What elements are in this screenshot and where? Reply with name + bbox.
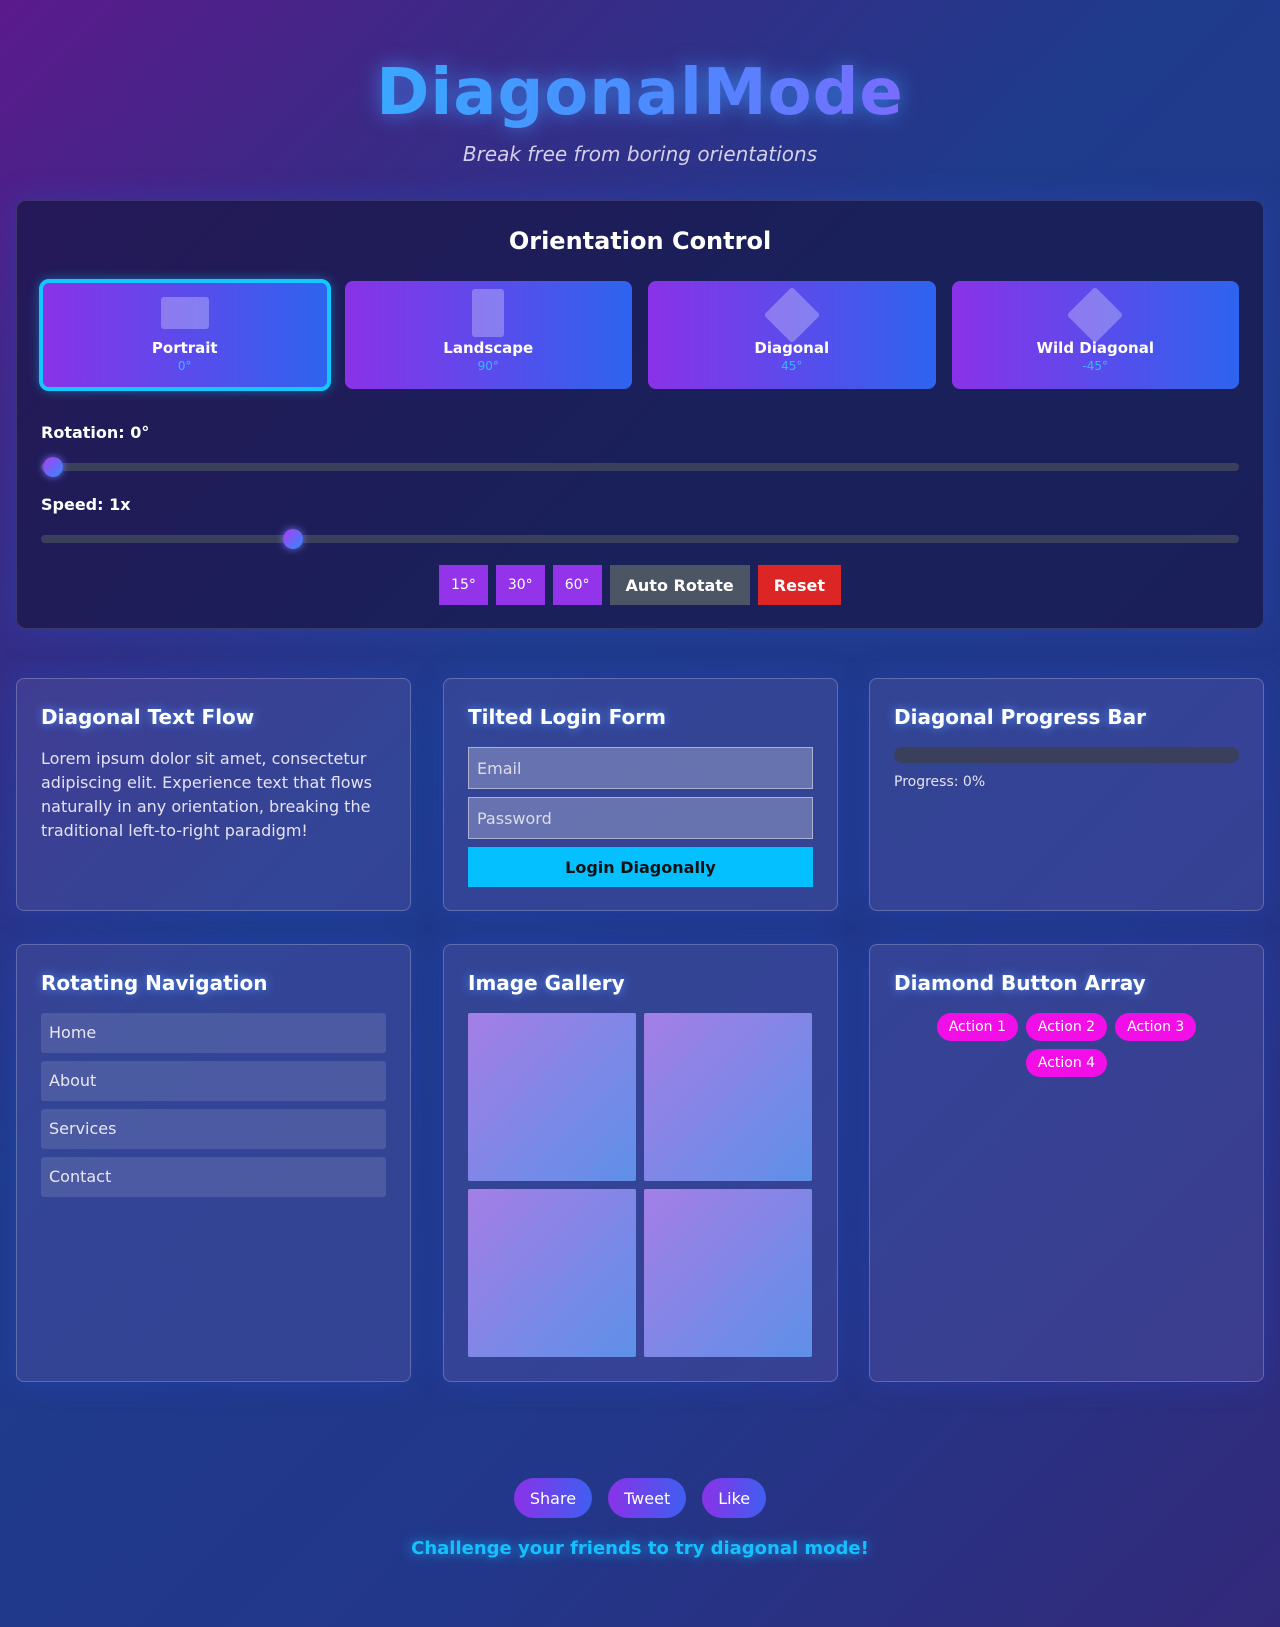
mode-label: Portrait bbox=[151, 339, 218, 357]
action-1-button[interactable]: Action 1 bbox=[936, 1013, 1018, 1041]
card-title: Diagonal Progress Bar bbox=[894, 705, 1146, 729]
reset-button[interactable]: Reset bbox=[757, 565, 841, 605]
gallery-image[interactable] bbox=[644, 1013, 812, 1181]
card-title: Diamond Button Array bbox=[894, 971, 1146, 995]
nav-item-contact[interactable]: Contact bbox=[41, 1157, 386, 1197]
gallery-image[interactable] bbox=[468, 1013, 636, 1181]
mode-landscape[interactable]: Landscape 90° bbox=[344, 281, 632, 389]
text-flow-card: Diagonal Text Flow Lorem ipsum dolor sit… bbox=[16, 678, 411, 911]
mode-degrees: 0° bbox=[177, 359, 192, 373]
mode-diagonal[interactable]: Diagonal 45° bbox=[648, 281, 936, 389]
auto-rotate-button[interactable]: Auto Rotate bbox=[609, 565, 750, 605]
text-flow-body: Lorem ipsum dolor sit amet, consectetur … bbox=[41, 749, 372, 840]
nav-item-about[interactable]: About bbox=[41, 1061, 386, 1101]
progress-card: Diagonal Progress Bar Progress: 0% bbox=[869, 678, 1264, 911]
action-3-button[interactable]: Action 3 bbox=[1115, 1013, 1197, 1041]
mode-portrait[interactable]: Portrait 0° bbox=[39, 279, 331, 391]
mode-label: Wild Diagonal bbox=[1036, 339, 1155, 357]
diagonal-shape-icon bbox=[763, 286, 821, 344]
diamond-button-array: Action 1 Action 2 Action 3 Action 4 bbox=[894, 1013, 1239, 1077]
gallery-image[interactable] bbox=[644, 1189, 812, 1357]
challenge-text: Challenge your friends to try diagonal m… bbox=[411, 1538, 869, 1559]
mode-label: Landscape bbox=[443, 339, 534, 357]
gallery-card: Image Gallery bbox=[443, 944, 838, 1382]
share-buttons: Share Tweet Like bbox=[0, 1478, 1280, 1518]
email-input[interactable] bbox=[468, 747, 813, 789]
orientation-modes: Portrait 0° Landscape 90° Diagonal 45° W… bbox=[39, 279, 1239, 391]
landscape-shape-icon bbox=[472, 289, 505, 337]
rotation-label: Rotation: 0° bbox=[41, 423, 150, 442]
rotation-buttons: 15° 30° 60° Auto Rotate Reset bbox=[17, 565, 1263, 605]
card-title: Tilted Login Form bbox=[468, 705, 666, 729]
rotate-15-button[interactable]: 15° bbox=[439, 565, 488, 605]
mode-wild-diagonal[interactable]: Wild Diagonal -45° bbox=[951, 281, 1239, 389]
speed-slider-thumb[interactable] bbox=[282, 529, 303, 549]
like-button[interactable]: Like bbox=[702, 1478, 767, 1518]
progress-label: Progress: 0% bbox=[894, 774, 986, 790]
mode-degrees: 90° bbox=[477, 359, 499, 373]
rotation-slider[interactable] bbox=[41, 457, 1239, 477]
rotate-60-button[interactable]: 60° bbox=[552, 565, 602, 605]
nav-item-home[interactable]: Home bbox=[41, 1013, 386, 1053]
action-2-button[interactable]: Action 2 bbox=[1025, 1013, 1108, 1041]
action-4-button[interactable]: Action 4 bbox=[1025, 1049, 1108, 1077]
tweet-button[interactable]: Tweet bbox=[608, 1478, 687, 1518]
rotate-30-button[interactable]: 30° bbox=[495, 565, 545, 605]
diamond-buttons-card: Diamond Button Array Action 1 Action 2 A… bbox=[869, 944, 1264, 1382]
wild-diagonal-shape-icon bbox=[1066, 286, 1124, 344]
tagline: Break free from boring orientations bbox=[462, 142, 818, 166]
nav-item-services[interactable]: Services bbox=[41, 1109, 386, 1149]
gallery-image[interactable] bbox=[468, 1189, 636, 1357]
orientation-control-title: Orientation Control bbox=[508, 227, 772, 255]
speed-label: Speed: 1x bbox=[41, 495, 131, 514]
share-button[interactable]: Share bbox=[513, 1478, 593, 1518]
card-title: Rotating Navigation bbox=[41, 971, 268, 995]
footer: Share Tweet Like Challenge your friends … bbox=[0, 1478, 1280, 1559]
logo: DiagonalMode bbox=[376, 56, 904, 130]
login-button[interactable]: Login Diagonally bbox=[468, 847, 813, 887]
page-header: DiagonalMode Break free from boring orie… bbox=[0, 0, 1280, 200]
progress-track bbox=[894, 747, 1239, 763]
rotation-slider-thumb[interactable] bbox=[42, 457, 63, 477]
navigation-card: Rotating Navigation Home About Services … bbox=[16, 944, 411, 1382]
orientation-control-panel: Orientation Control Portrait 0° Landscap… bbox=[16, 200, 1264, 629]
card-title: Image Gallery bbox=[468, 971, 625, 995]
mode-degrees: 45° bbox=[781, 359, 803, 373]
mode-degrees: -45° bbox=[1082, 359, 1109, 373]
login-form-card: Tilted Login Form Login Diagonally bbox=[443, 678, 838, 911]
card-title: Diagonal Text Flow bbox=[41, 705, 255, 729]
mode-label: Diagonal bbox=[754, 339, 830, 357]
speed-slider[interactable] bbox=[41, 529, 1239, 549]
password-input[interactable] bbox=[468, 797, 813, 839]
portrait-shape-icon bbox=[160, 297, 209, 329]
